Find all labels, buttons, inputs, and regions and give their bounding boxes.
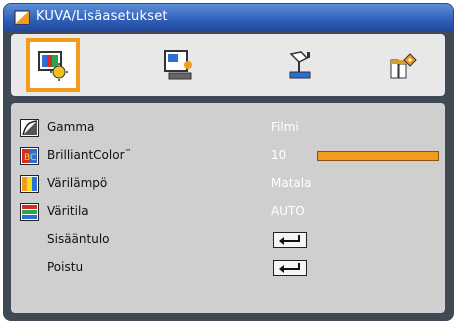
menu-item-brilliantcolor[interactable]: BC BrilliantColor™ 10 [11, 145, 445, 167]
exit-enter-button[interactable] [273, 260, 307, 276]
tab-bar [11, 34, 445, 96]
color-space-value: AUTO [271, 204, 305, 218]
color-temperature-value: Matala [271, 176, 312, 190]
display-settings-icon [164, 50, 192, 80]
color-space-label: Väritila [47, 204, 89, 218]
gamma-label: Gamma [47, 120, 95, 134]
enter-key-icon [279, 235, 300, 245]
window-title: KUVA/Lisäasetukset [36, 9, 168, 24]
image-settings-icon [38, 51, 68, 81]
tab-image-settings[interactable] [26, 38, 80, 92]
menu-item-input[interactable]: Sisääntulo [11, 229, 445, 251]
trademark-mark: ™ [124, 148, 132, 156]
brilliantcolor-value: 10 [271, 148, 287, 162]
input-enter-button[interactable] [273, 232, 307, 248]
brilliantcolor-slider[interactable] [317, 151, 439, 161]
osd-menu-window: KUVA/Lisäasetukset Gamma Filmi BC Brilli… [3, 3, 454, 321]
enter-key-icon [279, 263, 300, 273]
menu-item-exit[interactable]: Poistu [11, 257, 445, 279]
exit-label: Poistu [47, 260, 84, 274]
svg-text:BC: BC [24, 153, 36, 163]
input-label: Sisääntulo [47, 232, 110, 246]
menu-item-gamma[interactable]: Gamma Filmi [11, 117, 445, 139]
color-temperature-label: Värilämpö [47, 176, 108, 190]
color-space-icon [20, 203, 39, 221]
tab-options[interactable] [376, 38, 430, 92]
tab-display-settings[interactable] [151, 38, 205, 92]
gamma-value: Filmi [271, 120, 299, 134]
brilliantcolor-icon: BC [20, 147, 39, 165]
brilliantcolor-label-text: BrilliantColor [47, 148, 125, 162]
gamma-icon [20, 119, 39, 137]
title-bar: KUVA/Lisäasetukset [4, 4, 453, 31]
tab-setup[interactable] [273, 38, 327, 92]
color-temperature-icon [20, 175, 39, 193]
menu-item-color-space[interactable]: Väritila AUTO [11, 201, 445, 223]
picture-icon [14, 10, 30, 25]
menu-item-color-temperature[interactable]: Värilämpö Matala [11, 173, 445, 195]
setup-icon [289, 51, 311, 79]
brilliantcolor-label: BrilliantColor™ [47, 148, 132, 162]
settings-panel: Gamma Filmi BC BrilliantColor™ 10 Värilä… [11, 103, 445, 313]
options-icon [390, 53, 417, 79]
